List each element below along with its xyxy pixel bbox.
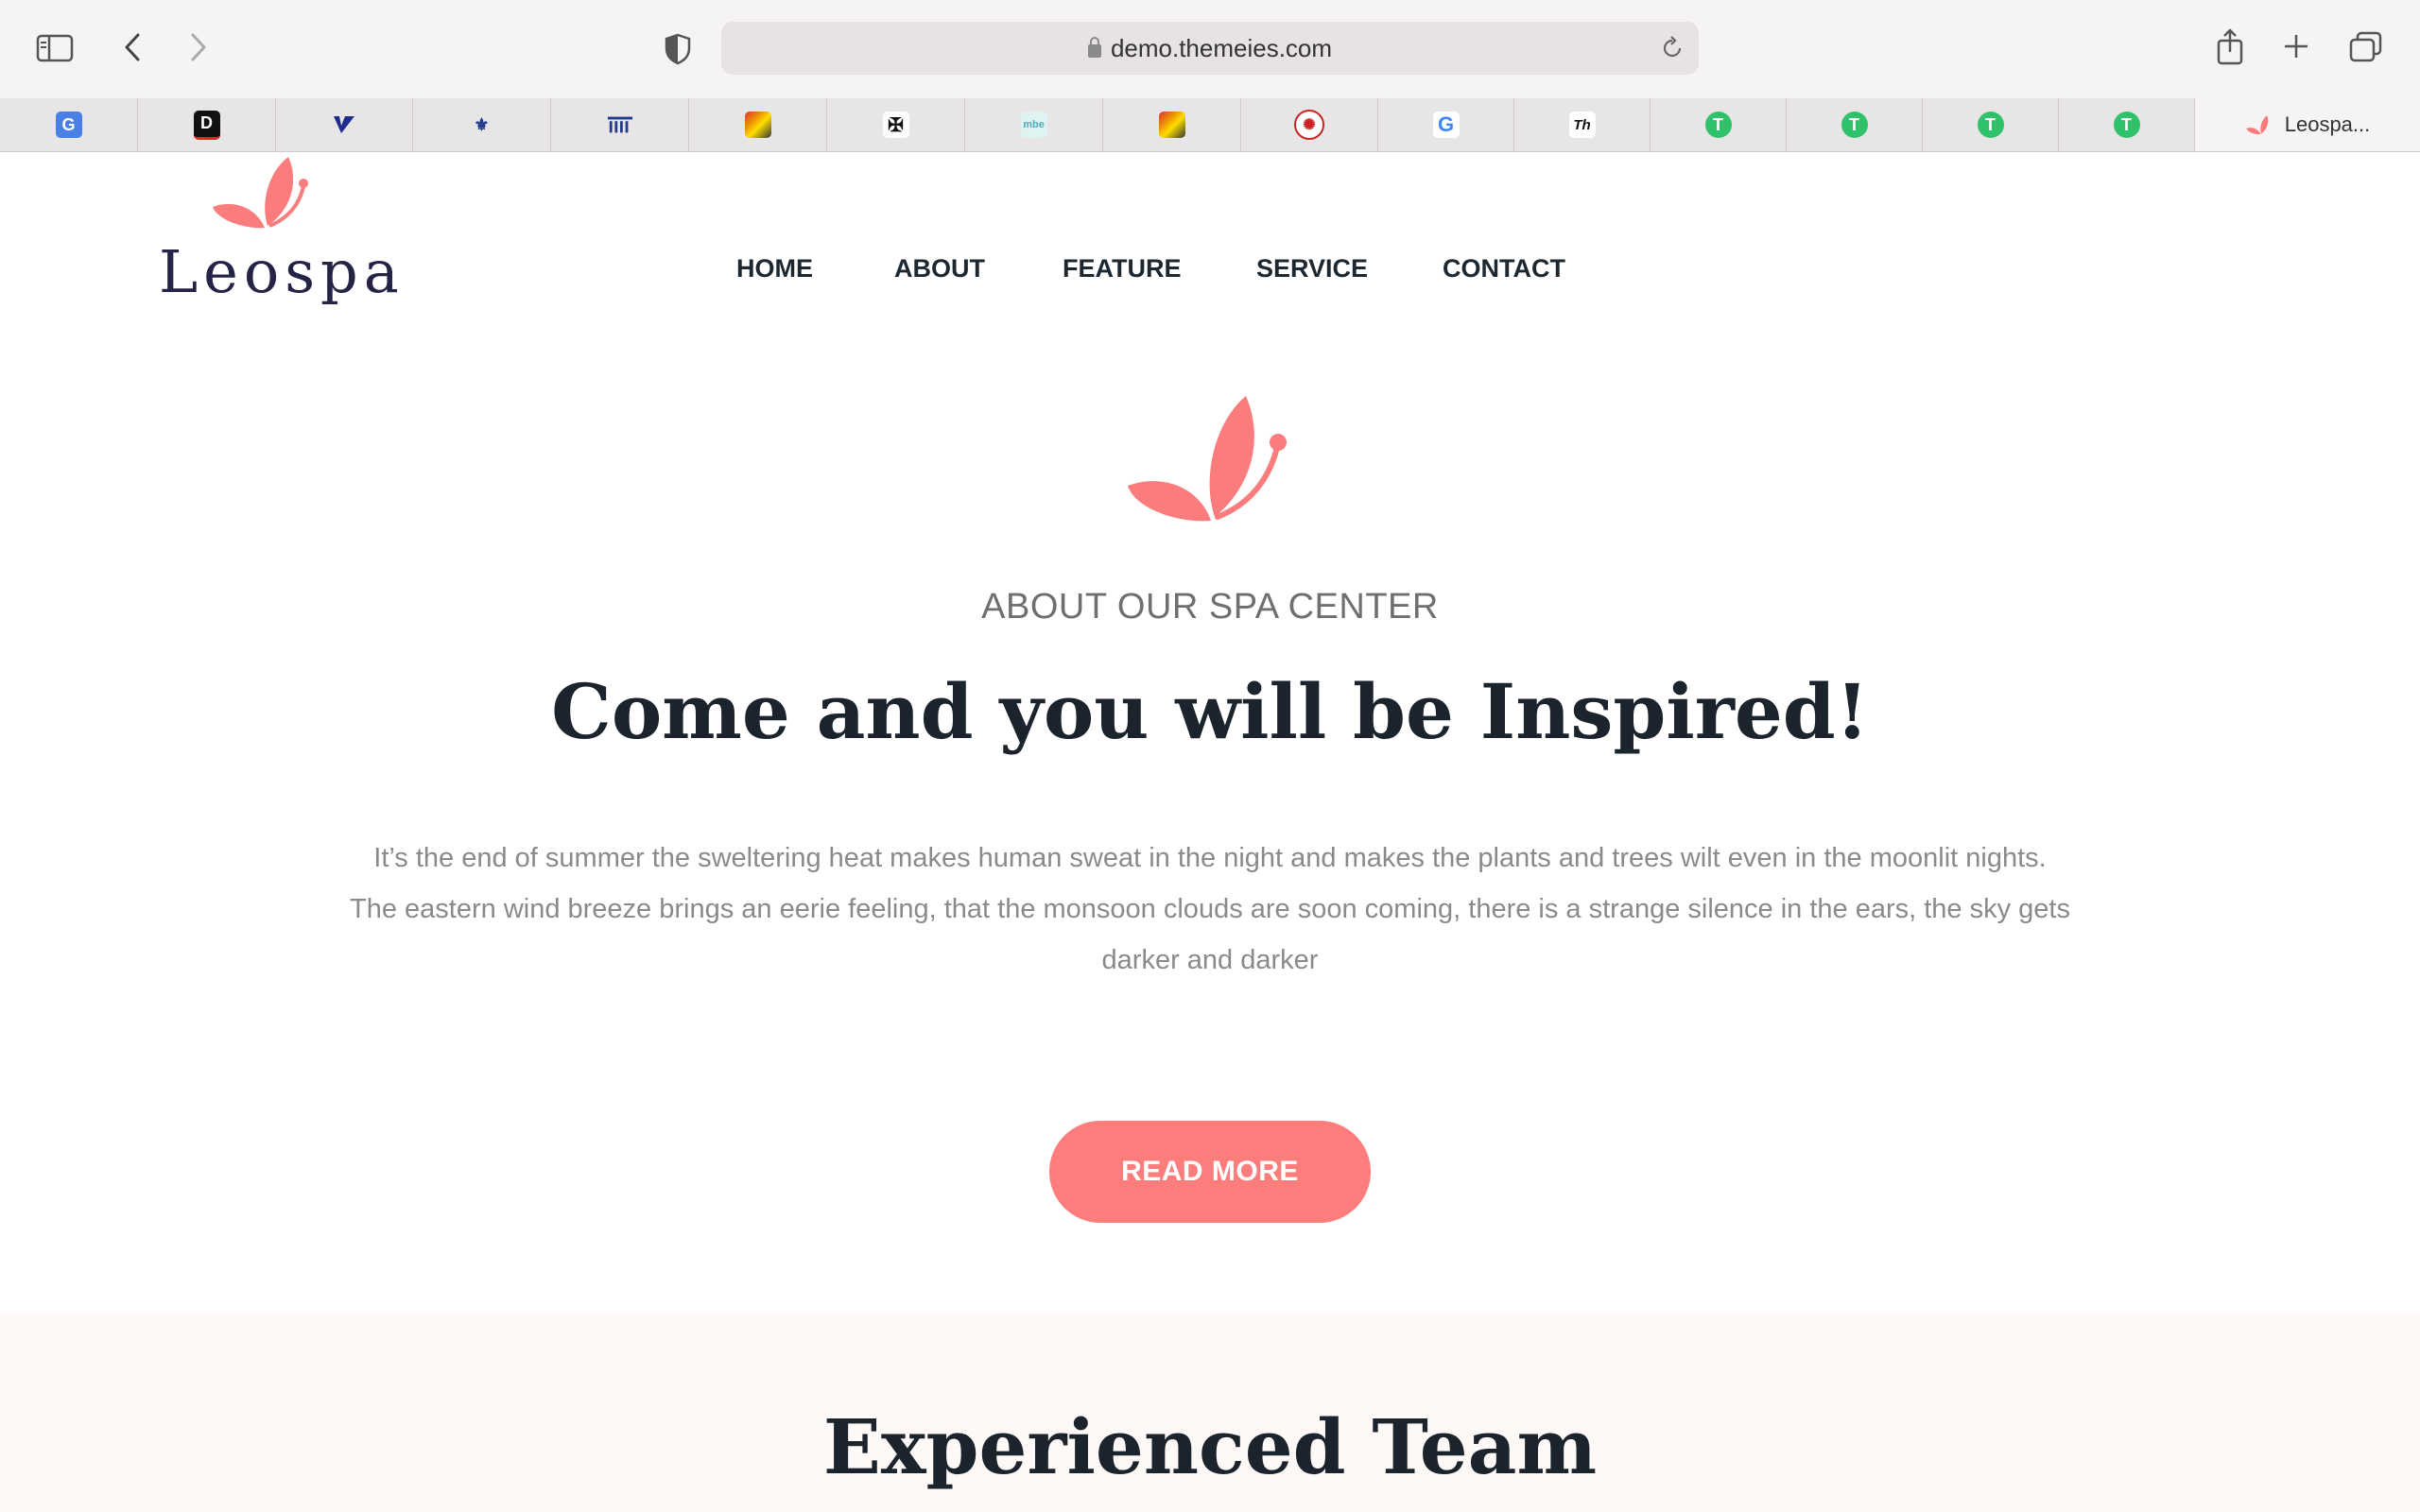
fleur-icon: ⚜ <box>474 114 490 135</box>
seal-icon: ✺ <box>1294 110 1324 140</box>
tab-grid[interactable] <box>689 98 827 151</box>
columns-icon <box>607 112 633 138</box>
browser-toolbar: demo.themeies.com <box>0 0 2420 99</box>
tab-columns[interactable] <box>551 98 689 151</box>
reload-icon[interactable] <box>1659 35 1685 61</box>
t-icon: T <box>1704 112 1732 138</box>
tab-grid-2[interactable] <box>1103 98 1241 151</box>
eagle-icon: ✠ <box>882 112 909 138</box>
logo-butterfly-icon <box>213 157 308 229</box>
lock-icon <box>1087 37 1101 58</box>
tab-google[interactable]: G <box>1378 98 1514 151</box>
url-text: demo.themeies.com <box>721 22 1699 75</box>
tab-t-4[interactable]: T <box>2059 98 2195 151</box>
team-section: Experienced Team <box>0 1313 2420 1512</box>
butterfly-icon <box>2245 112 2273 138</box>
tab-overview-icon[interactable] <box>2348 30 2384 64</box>
nav-about[interactable]: ABOUT <box>894 254 985 284</box>
forward-icon[interactable] <box>184 30 213 64</box>
tab-t-3[interactable]: T <box>1923 98 2059 151</box>
tab-translate[interactable]: G <box>0 98 138 151</box>
translate-icon: G <box>55 112 82 138</box>
shield-icon[interactable] <box>662 33 694 65</box>
address-bar[interactable]: demo.themeies.com <box>721 22 1699 75</box>
nav-home[interactable]: HOME <box>736 254 813 284</box>
google-icon: G <box>1432 112 1460 138</box>
t-icon: T <box>2113 112 2140 138</box>
back-icon[interactable] <box>118 30 147 64</box>
body-line: darker and darker <box>1101 945 1319 975</box>
tab-leospa-active[interactable]: Leospa... <box>2195 98 2420 151</box>
tab-th[interactable]: Th <box>1514 98 1651 151</box>
section-body: It’s the end of summer the sweltering he… <box>321 833 2099 986</box>
tab-d[interactable]: D <box>138 98 276 151</box>
tab-mbe[interactable]: mbe <box>965 98 1103 151</box>
tab-check[interactable] <box>276 98 413 151</box>
sidebar-toggle-icon[interactable] <box>36 32 74 64</box>
tab-t-1[interactable]: T <box>1651 98 1787 151</box>
nav-feature[interactable]: FEATURE <box>1063 254 1182 284</box>
nav-service[interactable]: SERVICE <box>1256 254 1368 284</box>
check-icon <box>331 112 357 138</box>
site-logo[interactable]: Leospa <box>159 237 405 306</box>
tab-seal[interactable]: ✺ <box>1241 98 1378 151</box>
read-more-button[interactable]: READ MORE <box>1049 1121 1371 1223</box>
web-page: Leospa HOME ABOUT FEATURE SERVICE CONTAC… <box>0 152 2420 1512</box>
nav-contact[interactable]: CONTACT <box>1443 254 1565 284</box>
mbe-icon: mbe <box>1020 112 1047 138</box>
grid-icon <box>1158 112 1185 138</box>
hero-butterfly-icon <box>1128 396 1287 522</box>
body-line: The eastern wind breeze brings an eerie … <box>350 894 2070 924</box>
body-line: It’s the end of summer the sweltering he… <box>373 843 2047 873</box>
grid-icon <box>744 112 771 138</box>
tab-eagle[interactable]: ✠ <box>827 98 965 151</box>
tab-fleur[interactable]: ⚜ <box>413 98 551 151</box>
d-icon: D <box>193 110 220 140</box>
t-icon: T <box>1841 112 1868 138</box>
section-title: Come and you will be Inspired! <box>551 667 1869 756</box>
th-icon: Th <box>1568 112 1596 138</box>
section-subtitle: ABOUT OUR SPA CENTER <box>981 587 1439 627</box>
tab-title: Leospa... <box>2284 112 2371 136</box>
team-title: Experienced Team <box>822 1402 1598 1491</box>
share-icon[interactable] <box>2214 26 2246 66</box>
t-icon: T <box>1977 112 2004 138</box>
new-tab-icon[interactable] <box>2280 30 2312 62</box>
tab-bar: G D ⚜ ✠ mbe ✺ G Th T T T T Leospa... <box>0 98 2420 152</box>
tab-t-2[interactable]: T <box>1787 98 1923 151</box>
